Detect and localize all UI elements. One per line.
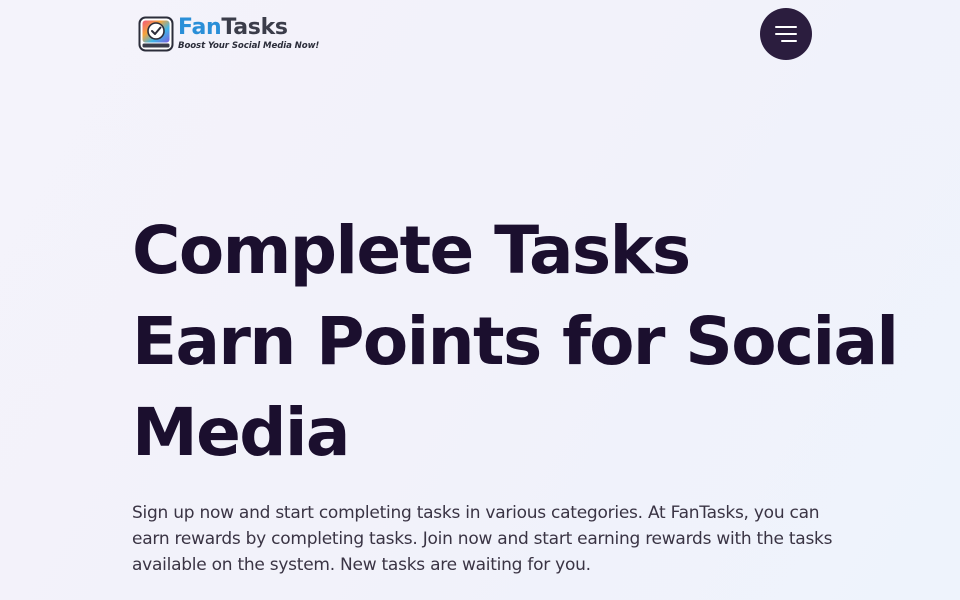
logo-tagline: Boost Your Social Media Now! xyxy=(178,41,320,51)
checklist-screen-icon xyxy=(138,16,174,52)
hero-title-line-3: Media xyxy=(132,394,350,471)
hero-description: Sign up now and start completing tasks i… xyxy=(132,503,833,575)
logo-name-fan: Fan xyxy=(178,15,222,40)
hero-title-line-2: Earn Points for Social xyxy=(132,303,899,380)
fantasks-logo[interactable]: FanTasks Boost Your Social Media Now! xyxy=(138,16,319,52)
logo-text: FanTasks Boost Your Social Media Now! xyxy=(178,16,319,52)
hero-title: Complete Tasks Earn Points for Social Me… xyxy=(132,205,899,478)
logo-name-tasks: Tasks xyxy=(221,15,288,40)
hero-title-line-1: Complete Tasks xyxy=(132,212,691,289)
site-header: FanTasks Boost Your Social Media Now! xyxy=(0,0,960,70)
menu-button[interactable] xyxy=(760,8,812,60)
logo-name: FanTasks xyxy=(178,17,319,39)
